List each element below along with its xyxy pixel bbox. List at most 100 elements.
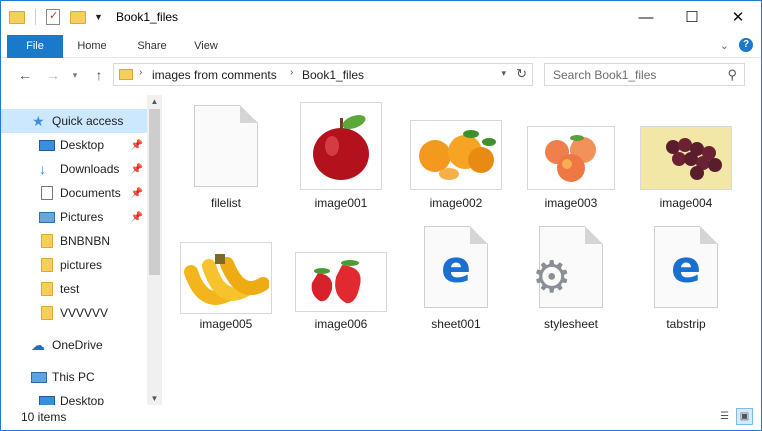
- search-placeholder[interactable]: Search Book1_files: [553, 68, 656, 82]
- title-bar: ▼ Book1_files — ☐ ✕: [1, 1, 761, 35]
- item-count: 10 items: [21, 410, 67, 424]
- grapes-icon: [666, 138, 722, 180]
- nav-item-pictures-folder[interactable]: pictures: [1, 253, 147, 277]
- properties-icon[interactable]: [46, 9, 60, 25]
- search-icon[interactable]: ⚲: [727, 67, 737, 83]
- nav-item-desktop-pc[interactable]: Desktop: [1, 389, 147, 405]
- file-name: tabstrip: [666, 317, 706, 331]
- css-file-thumbnail: ⚙: [532, 226, 603, 308]
- maximize-button[interactable]: ☐: [669, 1, 715, 33]
- refresh-icon[interactable]: ↻: [516, 66, 527, 82]
- cloud-icon: ☁: [31, 337, 45, 353]
- folder-icon: [119, 69, 133, 80]
- folder-icon: [41, 258, 53, 272]
- nav-item-label: test: [60, 282, 80, 296]
- file-item-filelist[interactable]: filelist: [170, 103, 282, 213]
- bananas-thumbnail: [181, 243, 271, 313]
- address-bar[interactable]: › images from comments › Book1_files ▾ ↻: [113, 63, 533, 86]
- file-name: image003: [544, 196, 598, 210]
- file-list: filelist image001 image002 image003 imag…: [166, 95, 758, 405]
- quick-access-toolbar: ▼: [9, 9, 103, 25]
- file-item-tabstrip[interactable]: e tabstrip: [630, 221, 742, 331]
- nav-item-vvvvvv[interactable]: VVVVVV: [1, 301, 147, 325]
- view-switcher: ☰ ▣: [716, 408, 753, 425]
- edge-browser-icon: e: [441, 241, 471, 293]
- file-name: image005: [199, 317, 253, 331]
- nav-pane-scrollbar[interactable]: ▲ ▼: [147, 95, 162, 405]
- forward-arrow-icon[interactable]: →: [43, 65, 63, 85]
- file-item-stylesheet[interactable]: ⚙ stylesheet: [515, 221, 627, 331]
- gear-icon: ⚙: [532, 253, 572, 302]
- nav-item-quick-access[interactable]: ★ Quick access: [1, 109, 147, 133]
- breadcrumb-chevron-icon[interactable]: ›: [139, 67, 142, 78]
- nav-item-label: Desktop: [60, 138, 105, 152]
- generic-file-icon: [194, 105, 258, 187]
- large-icons-view-icon[interactable]: ▣: [736, 408, 753, 425]
- edge-browser-icon: e: [671, 241, 701, 293]
- ribbon-right-controls: ⌄ ?: [720, 38, 753, 52]
- documents-icon: [41, 186, 53, 200]
- file-name: filelist: [210, 196, 241, 210]
- nav-item-label: Downloads: [60, 162, 120, 176]
- file-item-image005[interactable]: image005: [170, 221, 282, 331]
- file-name: image002: [429, 196, 483, 210]
- new-folder-icon[interactable]: [70, 10, 86, 24]
- nav-item-onedrive[interactable]: ☁ OneDrive: [1, 333, 147, 357]
- file-item-image003[interactable]: image003: [515, 103, 627, 213]
- nav-item-label: OneDrive: [52, 338, 103, 352]
- details-view-icon[interactable]: ☰: [716, 408, 733, 425]
- scrollbar-thumb[interactable]: [149, 109, 160, 275]
- nav-item-bnbnbn[interactable]: BNBNBN: [1, 229, 147, 253]
- up-arrow-icon[interactable]: ↑: [89, 65, 109, 85]
- tab-home[interactable]: Home: [69, 35, 115, 58]
- expand-ribbon-icon[interactable]: ⌄: [720, 39, 729, 52]
- customize-toolbar-dropdown-icon[interactable]: ▼: [94, 12, 103, 22]
- status-bar: 10 items ☰ ▣: [1, 405, 761, 430]
- breadcrumb-images-from-comments[interactable]: images from comments: [152, 68, 277, 82]
- star-icon: ★: [32, 113, 45, 129]
- help-icon[interactable]: ?: [739, 38, 753, 52]
- window-controls: — ☐ ✕: [623, 1, 761, 33]
- apple-icon: [313, 115, 369, 180]
- nav-item-pictures[interactable]: Pictures 📌: [1, 205, 147, 229]
- back-arrow-icon[interactable]: ←: [15, 65, 35, 85]
- tab-file[interactable]: File: [7, 35, 63, 58]
- html-file-thumbnail: e: [424, 226, 488, 308]
- breadcrumb-chevron-icon[interactable]: ›: [290, 67, 293, 78]
- search-box[interactable]: Search Book1_files ⚲: [544, 63, 745, 86]
- scroll-down-icon[interactable]: ▼: [147, 394, 162, 403]
- pin-icon[interactable]: 📌: [131, 164, 143, 175]
- folder-icon[interactable]: [9, 10, 25, 24]
- file-item-sheet001[interactable]: e sheet001: [400, 221, 512, 331]
- file-item-image006[interactable]: image006: [285, 221, 397, 331]
- nav-item-documents[interactable]: Documents 📌: [1, 181, 147, 205]
- address-history-dropdown-icon[interactable]: ▾: [501, 68, 506, 79]
- peaches-thumbnail: [528, 127, 614, 189]
- file-item-image004[interactable]: image004: [630, 103, 742, 213]
- tab-view[interactable]: View: [183, 35, 229, 58]
- file-item-image002[interactable]: image002: [400, 103, 512, 213]
- tab-share[interactable]: Share: [129, 35, 175, 58]
- pin-icon[interactable]: 📌: [131, 140, 143, 151]
- breadcrumb-book1-files[interactable]: Book1_files: [302, 68, 364, 82]
- nav-item-desktop[interactable]: Desktop 📌: [1, 133, 147, 157]
- nav-item-test[interactable]: test: [1, 277, 147, 301]
- minimize-button[interactable]: —: [623, 1, 669, 33]
- nav-item-downloads[interactable]: ↓ Downloads 📌: [1, 157, 147, 181]
- toolbar-divider: [35, 9, 36, 25]
- file-name: image006: [314, 317, 368, 331]
- pin-icon[interactable]: 📌: [131, 212, 143, 223]
- peaches-icon: [545, 135, 596, 182]
- scroll-up-icon[interactable]: ▲: [147, 97, 162, 106]
- oranges-icon: [419, 130, 496, 180]
- nav-item-this-pc[interactable]: This PC: [1, 365, 147, 389]
- pin-icon[interactable]: 📌: [131, 188, 143, 199]
- recent-locations-icon[interactable]: ▾: [65, 65, 85, 85]
- download-icon: ↓: [39, 161, 46, 177]
- desktop-icon: [39, 395, 55, 405]
- file-item-image001[interactable]: image001: [285, 103, 397, 213]
- computer-icon: [31, 371, 47, 383]
- nav-item-label: Pictures: [60, 210, 104, 224]
- nav-item-label: Documents: [60, 186, 121, 200]
- close-button[interactable]: ✕: [715, 1, 761, 33]
